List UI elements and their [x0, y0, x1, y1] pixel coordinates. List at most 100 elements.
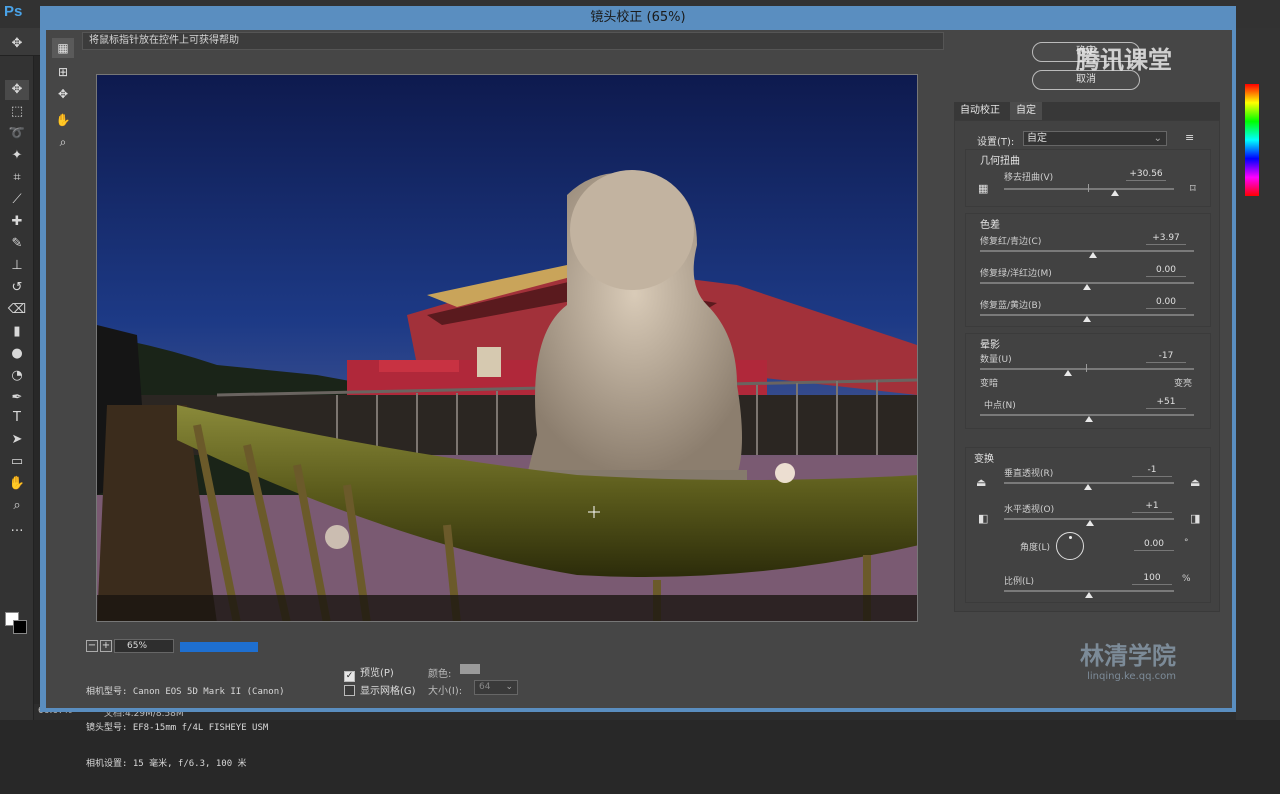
scale-thumb[interactable] [1085, 592, 1093, 598]
angle-dial[interactable] [1056, 532, 1084, 560]
zoom-out-button[interactable]: − [86, 640, 98, 652]
zoom-tool-icon[interactable]: ⌕ [52, 132, 74, 152]
eraser-tool-icon[interactable]: ⌫ [5, 300, 29, 320]
vertical-perspective-left-icon: ⏏ [976, 476, 987, 489]
crop-tool-icon[interactable]: ⌗ [5, 168, 29, 188]
tab-custom[interactable]: 自定 [1010, 102, 1042, 120]
horizontal-perspective-right-icon: ◨ [1190, 512, 1201, 525]
history-brush-tool-icon[interactable]: ↺ [5, 278, 29, 298]
healing-tool-icon[interactable]: ✚ [5, 212, 29, 232]
green-magenta-label: 修复绿/洋红边(M) [980, 269, 1052, 279]
marquee-tool-icon[interactable]: ⬚ [5, 102, 29, 122]
geometric-distortion-group: 几何扭曲 移去扭曲(V) +30.56 ▦ ⌑ [965, 149, 1211, 207]
dialog-body: ▦ ⊞ ✥ ✋ ⌕ 将鼠标指针放在控件上可获得帮助 − + 65% 相机型号: … [46, 30, 1232, 769]
scale-label: 比例(L) [1004, 577, 1035, 587]
vignette-amount-track[interactable] [980, 368, 1194, 370]
vignette-title: 晕影 [980, 340, 1000, 351]
grid-size-value: 64 [479, 682, 491, 692]
lighten-label: 变亮 [1174, 379, 1193, 389]
remove-distortion-value[interactable]: +30.56 [1126, 168, 1166, 181]
straighten-tool-icon[interactable]: ⊞ [52, 62, 74, 82]
vignette-amount-value[interactable]: -17 [1146, 350, 1186, 363]
linqing-watermark: 林清学院 linqing.ke.qq.com [1080, 636, 1176, 682]
hand-tool-icon[interactable]: ✋ [52, 110, 74, 130]
settings-select[interactable]: 自定 ⌄ [1023, 131, 1167, 146]
tab-auto-correction[interactable]: 自动校正 [954, 102, 1006, 120]
shape-tool-icon[interactable]: ▭ [5, 452, 29, 472]
linqing-watermark-title: 林清学院 [1080, 642, 1176, 670]
camera-model: 相机型号: Canon EOS 5D Mark II (Canon) [86, 687, 285, 697]
move-tool-icon[interactable]: ✥ [5, 34, 29, 54]
vignette-amount-label: 数量(U) [980, 355, 1012, 365]
settings-menu-icon[interactable]: ≡ [1185, 131, 1194, 144]
move-tool-active-icon[interactable]: ✥ [5, 80, 29, 100]
show-grid-checkbox-row[interactable]: 显示网格(G) [344, 682, 416, 697]
horizontal-perspective-thumb[interactable] [1085, 520, 1094, 526]
image-preview[interactable] [96, 74, 918, 622]
tencent-classroom-watermark: 腾讯课堂 [1076, 46, 1172, 74]
vignette-amount-thumb[interactable] [1063, 370, 1072, 376]
grid-color-swatch[interactable] [460, 664, 480, 674]
hand-tool-icon[interactable]: ✋ [5, 474, 29, 494]
angle-label: 角度(L) [1020, 543, 1051, 553]
preview-checkbox[interactable]: ✓ [344, 671, 355, 682]
zoom-select[interactable]: 65% [114, 639, 174, 653]
brush-tool-icon[interactable]: ✎ [5, 234, 29, 254]
photoshop-logo: Ps [4, 3, 23, 20]
show-grid-checkbox[interactable] [344, 685, 355, 696]
green-magenta-thumb[interactable] [1083, 284, 1091, 290]
red-cyan-label: 修复红/青边(C) [980, 237, 1042, 247]
angle-value[interactable]: 0.00 [1134, 538, 1174, 551]
color-spectrum[interactable] [1245, 84, 1259, 196]
dodge-tool-icon[interactable]: ◔ [5, 366, 29, 386]
vignette-midpoint-thumb[interactable] [1085, 416, 1094, 422]
lasso-tool-icon[interactable]: ➰ [5, 124, 29, 144]
magic-wand-tool-icon[interactable]: ✦ [5, 146, 29, 166]
transform-group: 变换 垂直透视(R) -1 ⏏ ⏏ 水平透视(O) +1 ◧ ◨ 角度(L) 0… [965, 447, 1211, 603]
pen-tool-icon[interactable]: ✒ [5, 388, 29, 408]
zoom-in-button[interactable]: + [100, 640, 112, 652]
vertical-perspective-value[interactable]: -1 [1132, 464, 1172, 477]
type-tool-icon[interactable]: T [5, 408, 29, 428]
red-cyan-thumb[interactable] [1089, 252, 1098, 258]
vignette-group: 晕影 数量(U) -17 变暗 变亮 中点(N) +51 [965, 333, 1211, 429]
blur-tool-icon[interactable]: ● [5, 344, 29, 364]
scale-value[interactable]: 100 [1132, 572, 1172, 585]
chromatic-title: 色差 [980, 220, 1000, 231]
blue-yellow-value[interactable]: 0.00 [1146, 296, 1186, 309]
preview-checkbox-row[interactable]: ✓ 预览(P) [344, 664, 394, 682]
dialog-title: 镜头校正 (65%) [590, 10, 686, 25]
more-tools-icon[interactable]: … [5, 518, 29, 538]
blue-yellow-thumb[interactable] [1083, 316, 1091, 322]
lens-correction-dialog: 镜头校正 (65%) ▦ ⊞ ✥ ✋ ⌕ 将鼠标指针放在控件上可获得帮助 − +… [40, 6, 1236, 769]
grid-size-label: 大小(I): [428, 686, 463, 697]
stamp-tool-icon[interactable]: ⊥ [5, 256, 29, 276]
render-progress-bar [180, 642, 258, 652]
green-magenta-value[interactable]: 0.00 [1146, 264, 1186, 277]
slider-center-tick [1088, 184, 1089, 192]
eyedropper-tool-icon[interactable]: ⟋ [5, 190, 29, 210]
gradient-tool-icon[interactable]: ▮ [5, 322, 29, 342]
remove-distortion-track[interactable] [1004, 188, 1174, 190]
scale-unit: % [1182, 574, 1191, 584]
remove-distortion-tool-icon[interactable]: ▦ [52, 38, 74, 58]
slider-center-tick [1086, 364, 1087, 372]
zoom-tool-icon[interactable]: ⌕ [5, 496, 29, 516]
preview-photo [97, 75, 917, 621]
linqing-watermark-url: linqing.ke.qq.com [1087, 671, 1176, 682]
grid-size-select[interactable]: 64 ⌄ [474, 680, 518, 695]
camera-settings: 相机设置: 15 毫米, f/6.3, 100 米 [86, 759, 247, 769]
path-select-tool-icon[interactable]: ➤ [5, 430, 29, 450]
vertical-perspective-thumb[interactable] [1084, 484, 1093, 490]
angle-indicator [1069, 536, 1072, 539]
vertical-perspective-right-icon: ⏏ [1190, 476, 1201, 489]
remove-distortion-thumb[interactable] [1110, 190, 1119, 196]
vignette-midpoint-value[interactable]: +51 [1146, 396, 1186, 409]
camera-metadata: 相机型号: Canon EOS 5D Mark II (Canon) 镜头型号:… [86, 662, 285, 794]
move-grid-tool-icon[interactable]: ✥ [52, 84, 74, 104]
red-cyan-value[interactable]: +3.97 [1146, 232, 1186, 245]
geometric-title: 几何扭曲 [980, 156, 1020, 167]
background-color-swatch[interactable] [13, 620, 27, 634]
red-cyan-track[interactable] [980, 250, 1194, 252]
horizontal-perspective-value[interactable]: +1 [1132, 500, 1172, 513]
